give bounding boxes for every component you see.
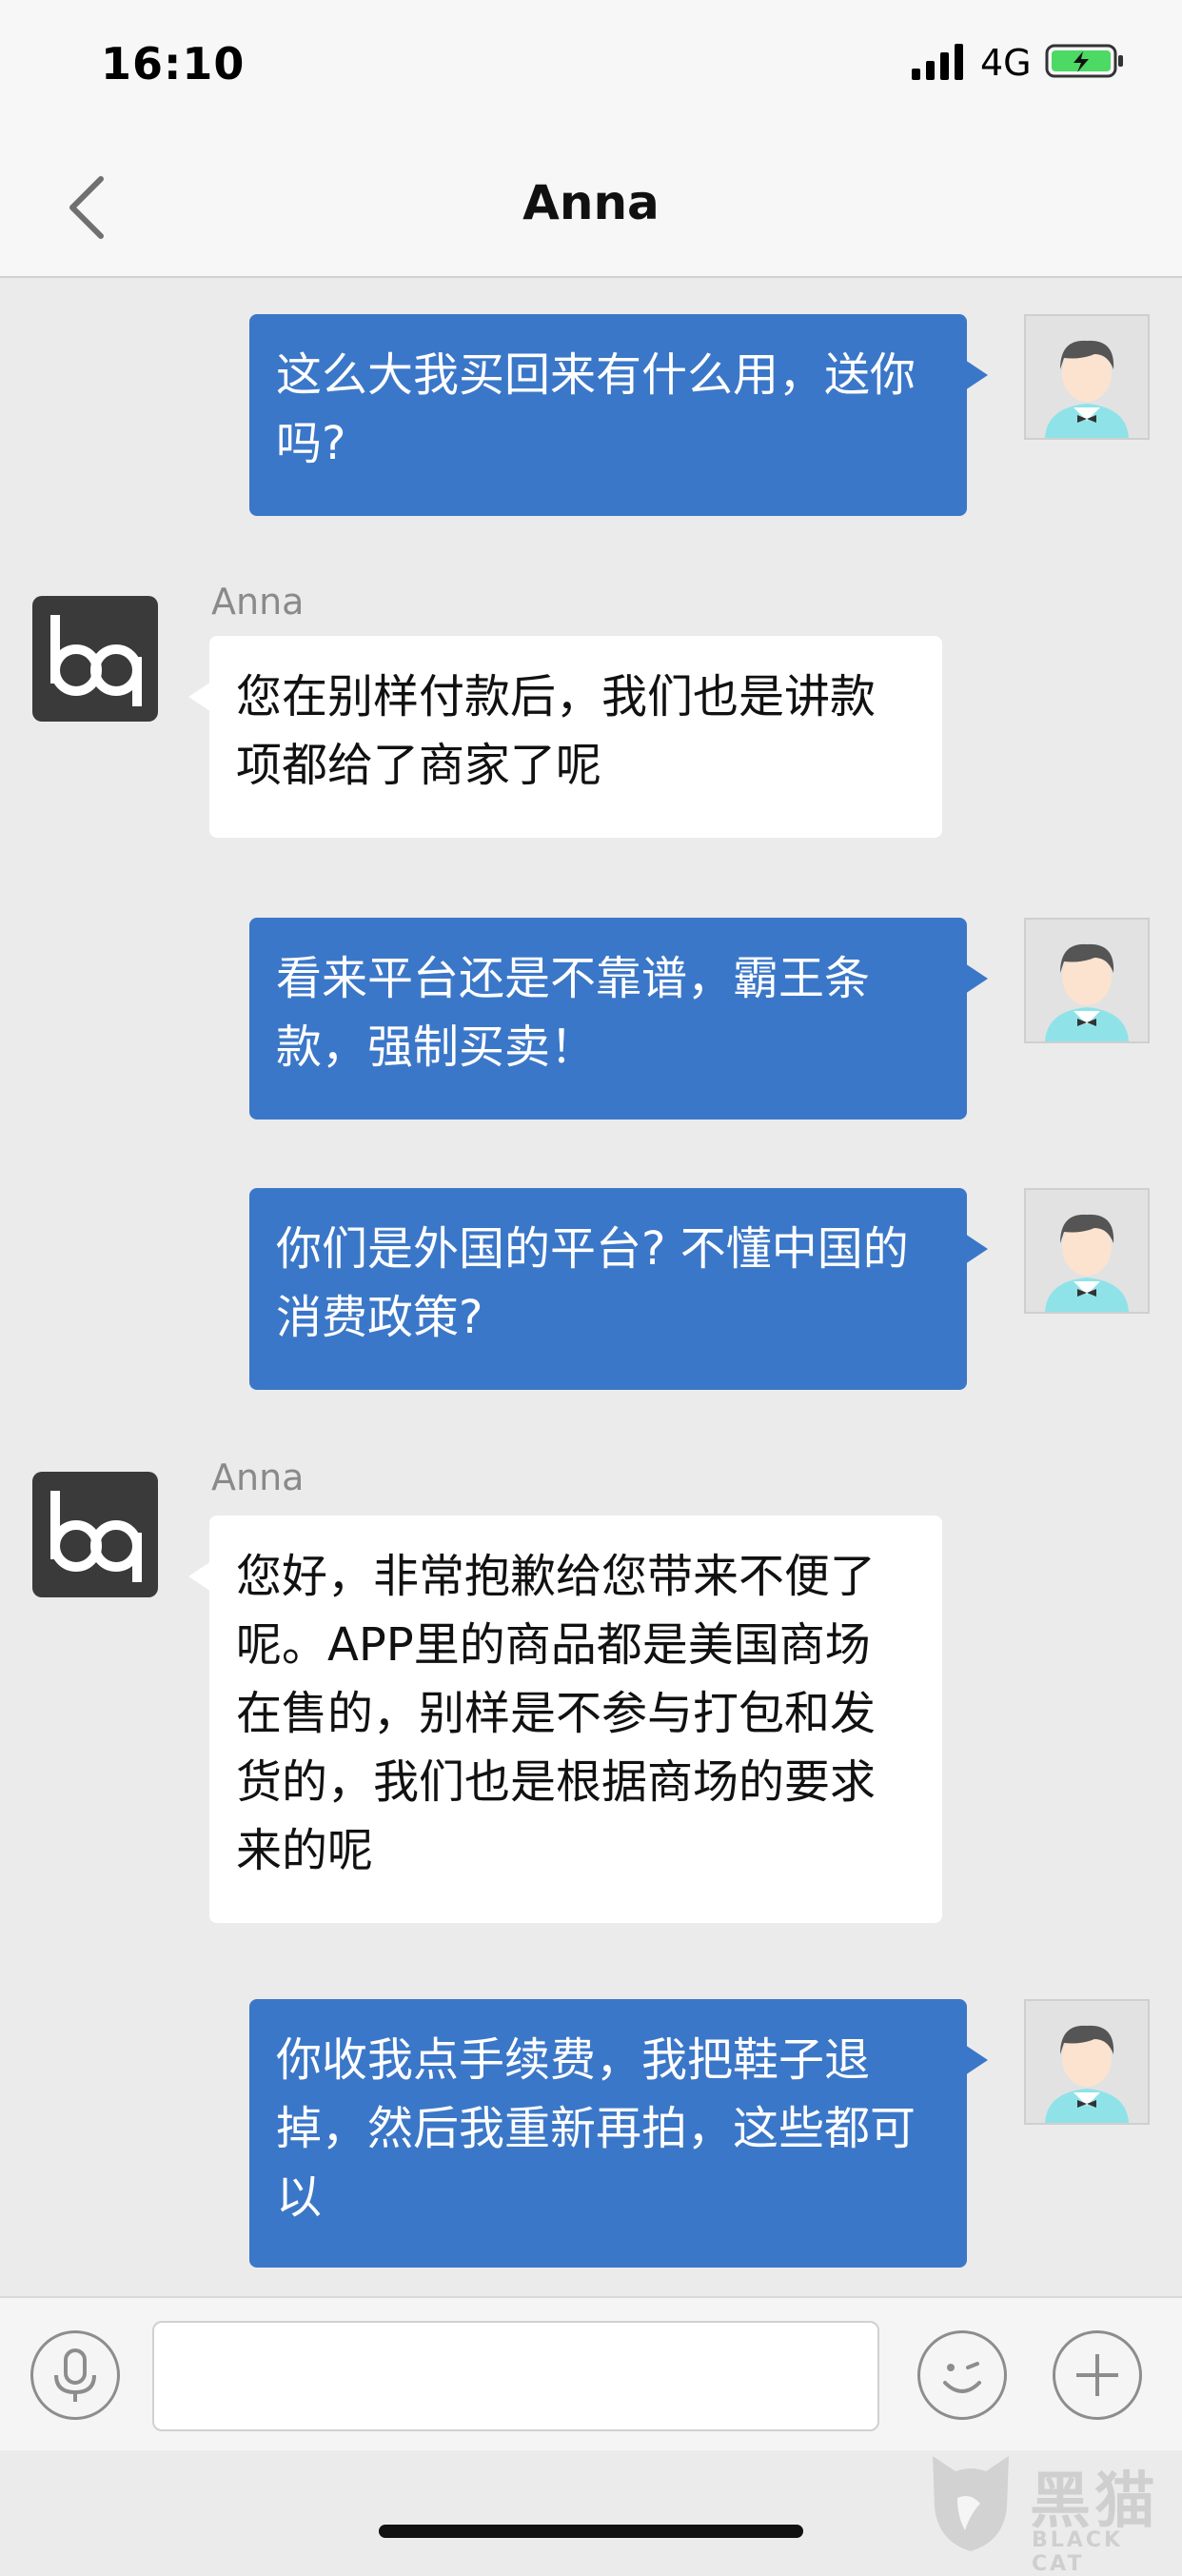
status-time: 16:10 [101,38,246,89]
message-incoming: Anna 您在别样付款后，我们也是讲款项都给了商家了呢 [0,573,1182,859]
user-avatar[interactable] [1024,1188,1150,1314]
signal-icon [912,44,963,80]
user-avatar[interactable] [1024,918,1150,1043]
emoji-icon [943,2362,981,2393]
user-avatar[interactable] [1024,314,1150,440]
message-bubble[interactable]: 您好，非常抱歉给您带来不便了呢。APP里的商品都是美国商场在售的，别样是不参与打… [188,1516,942,1923]
message-outgoing: 看来平台还是不靠谱，霸王条款，强制买卖！ [0,882,1182,1129]
input-bar [0,2296,1182,2452]
message-bubble[interactable]: 您在别样付款后，我们也是讲款项都给了商家了呢 [188,636,942,838]
bq-logo-icon [50,1491,142,1582]
plus-icon [1076,2354,1118,2396]
message-bubble[interactable]: 你收我点手续费，我把鞋子退掉，然后我重新再拍，这些都可以 [249,1999,988,2268]
message-bubble[interactable]: 你们是外国的平台? 不懂中国的消费政策? [249,1188,988,1390]
message-outgoing: 这么大我买回来有什么用，送你吗? [0,278,1182,525]
message-bubble[interactable]: 看来平台还是不靠谱，霸王条款，强制买卖！ [249,918,988,1120]
nav-bar: Anna [0,133,1182,278]
battery-icon [1045,44,1123,78]
agent-avatar[interactable] [32,1472,158,1597]
agent-avatar[interactable] [32,596,158,722]
message-input[interactable] [152,2321,879,2431]
message-incoming: Anna 您好，非常抱歉给您带来不便了呢。APP里的商品都是美国商场在售的，别样… [0,1449,1182,1923]
sender-name: Anna [211,581,305,623]
status-bar: 16:10 4G [0,0,1182,133]
network-label: 4G [980,42,1032,84]
message-outgoing: 你收我点手续费，我把鞋子退掉，然后我重新再拍，这些都可以 [0,1959,1182,2273]
user-avatar-icon [1045,943,1129,1041]
bq-logo-icon [50,615,142,706]
chat-title: Anna [522,175,660,230]
user-avatar-icon [1045,1214,1129,1312]
message-bubble[interactable]: 这么大我买回来有什么用，送你吗? [249,314,988,516]
more-button[interactable] [1053,2330,1142,2420]
chat-area[interactable]: 这么大我买回来有什么用，送你吗? Anna 您在别样付款后，我们也是讲款项都给了… [0,278,1182,2296]
sender-name: Anna [211,1456,305,1498]
microphone-icon [54,2348,96,2402]
watermark-logo-text: 黑猫 [1030,2467,1159,2537]
user-avatar-icon [1045,2025,1129,2123]
user-avatar-icon [1045,340,1129,438]
home-indicator[interactable] [379,2525,803,2538]
emoji-button[interactable] [917,2330,1007,2420]
message-outgoing: 你们是外国的平台? 不懂中国的消费政策? [0,1152,1182,1399]
watermark: 黑猫 BLACK CAT [923,2448,1182,2576]
black-cat-logo-icon [933,2456,1009,2551]
user-avatar[interactable] [1024,1999,1150,2125]
voice-button[interactable] [30,2330,120,2420]
watermark-sub-text: BLACK CAT [1032,2528,1124,2576]
